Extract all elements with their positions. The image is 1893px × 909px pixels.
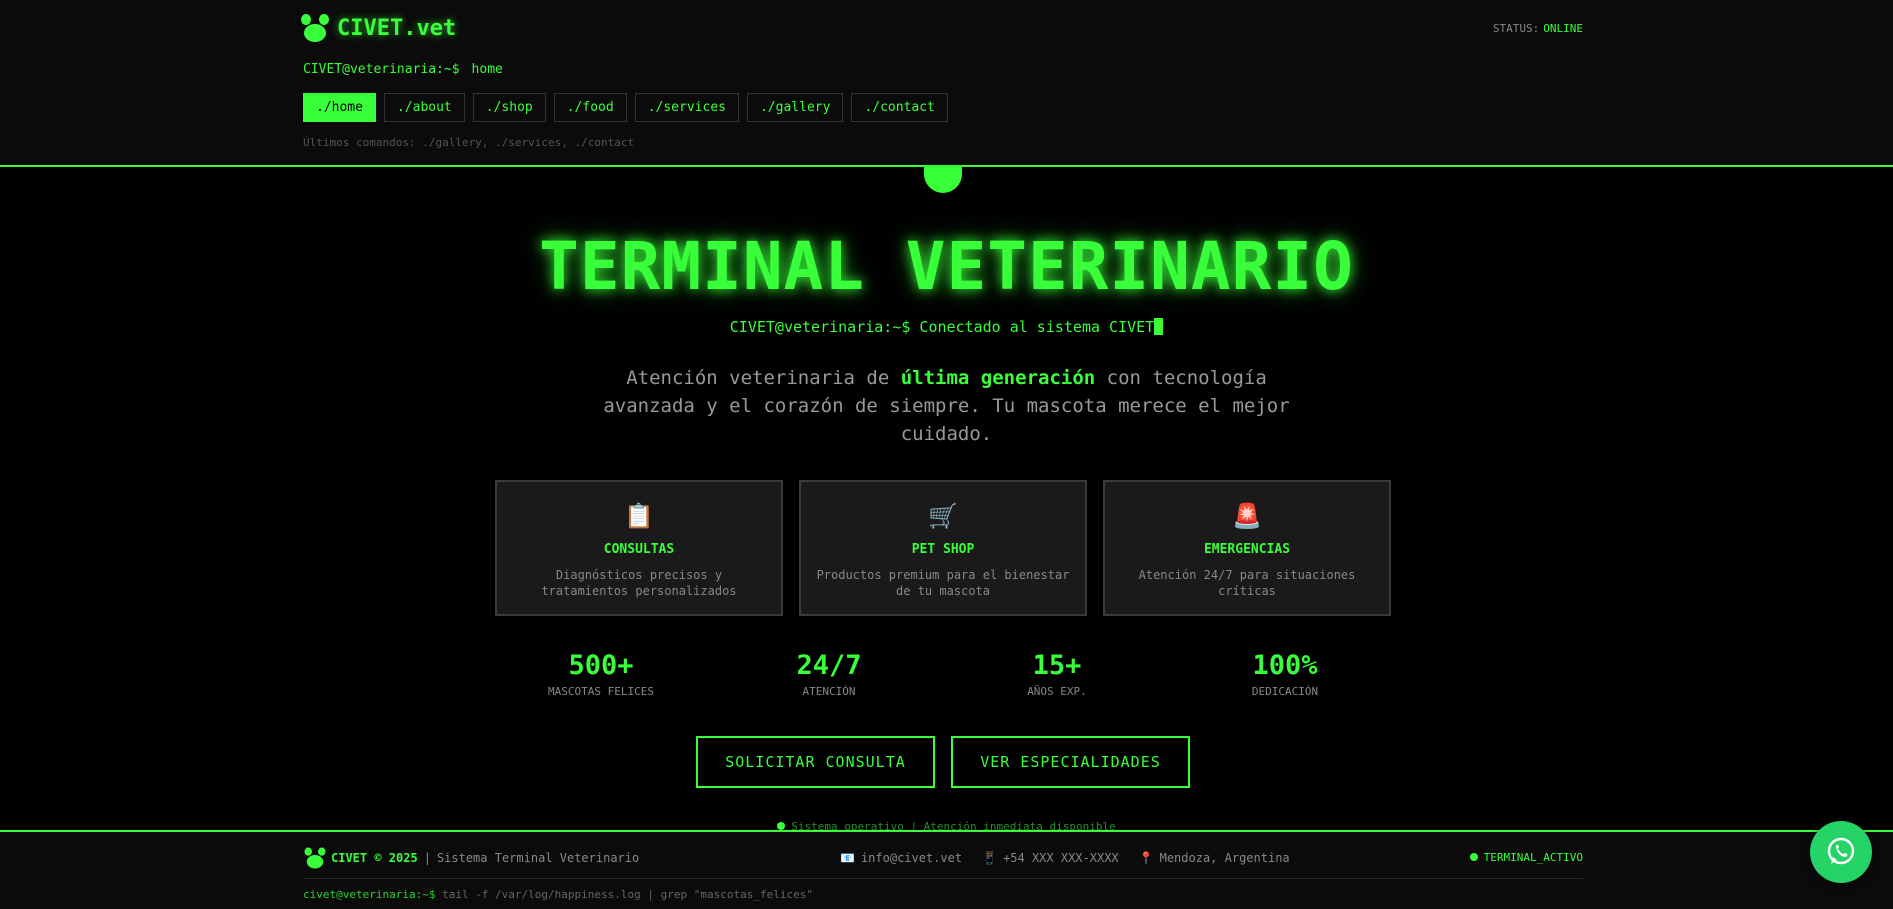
email-icon: 📧 bbox=[840, 851, 855, 865]
siren-icon: 🚨 bbox=[1232, 502, 1262, 530]
footer-brand-name: CIVET © 2025 bbox=[331, 851, 418, 865]
footer-location: 📍 Mendoza, Argentina bbox=[1139, 851, 1290, 865]
stat-number: 15+ bbox=[1032, 650, 1082, 681]
recent-commands: Últimos comandos: ./gallery, ./services,… bbox=[303, 136, 635, 149]
paw-icon bbox=[299, 12, 331, 44]
nav-food[interactable]: ./food bbox=[553, 93, 627, 122]
desc-highlight: última generación bbox=[900, 367, 1096, 389]
terminal-active-indicator: TERMINAL_ACTIVO bbox=[1469, 851, 1583, 864]
status-label: STATUS: bbox=[1492, 22, 1540, 35]
hero-title: TERMINAL VETERINARIO bbox=[539, 228, 1354, 305]
status-indicator: STATUS: ONLINE bbox=[1493, 22, 1583, 35]
stat-label: MASCOTAS FELICES bbox=[548, 685, 654, 698]
footer-cmd-user: civet@veterinaria:~$ bbox=[303, 888, 436, 901]
card-title: CONSULTAS bbox=[603, 542, 675, 557]
clipboard-icon: 📋 bbox=[624, 502, 654, 530]
nav-services[interactable]: ./services bbox=[634, 93, 739, 122]
stat-mascotas: 500+ MASCOTAS FELICES bbox=[501, 650, 701, 698]
whatsapp-icon bbox=[1827, 837, 1855, 865]
footer-brand: CIVET © 2025 | Sistema Terminal Veterina… bbox=[303, 842, 639, 874]
card-text: Diagnósticos precisos y tratamientos per… bbox=[541, 568, 737, 598]
stat-anios: 15+ AÑOS EXP. bbox=[957, 650, 1157, 698]
desc-pre: Atención veterinaria de bbox=[626, 367, 901, 389]
typed-prompt: CIVET@veterinaria:~$ Conectado al sistem… bbox=[0, 318, 1893, 336]
email-text: info@civet.vet bbox=[860, 851, 963, 865]
view-specialties-button[interactable]: VER ESPECIALIDADES bbox=[951, 736, 1190, 788]
stat-label: ATENCIÓN bbox=[802, 685, 856, 698]
cart-icon: 🛒 bbox=[928, 502, 958, 530]
card-text: Atención 24/7 para situaciones críticas bbox=[1138, 568, 1356, 598]
stat-number: 24/7 bbox=[796, 650, 862, 681]
logo-text: CIVET.vet bbox=[337, 15, 457, 41]
footer: CIVET © 2025 | Sistema Terminal Veterina… bbox=[0, 830, 1893, 909]
nav-shop[interactable]: ./shop bbox=[472, 93, 546, 122]
stat-number: 100% bbox=[1252, 650, 1318, 681]
stat-dedicacion: 100% DEDICACIÓN bbox=[1185, 650, 1385, 698]
card-title: PET SHOP bbox=[911, 542, 975, 557]
nav-gallery[interactable]: ./gallery bbox=[746, 93, 844, 122]
card-emergencias[interactable]: 🚨 EMERGENCIAS Atención 24/7 para situaci… bbox=[1103, 480, 1391, 616]
divider-ornament bbox=[924, 167, 962, 193]
request-consultation-button[interactable]: SOLICITAR CONSULTA bbox=[696, 736, 935, 788]
footer-cmd-text: tail -f /var/log/happiness.log | grep "m… bbox=[435, 888, 813, 901]
location-pin-icon: 📍 bbox=[1138, 851, 1154, 865]
footer-divider bbox=[303, 878, 1583, 879]
stat-label: DEDICACIÓN bbox=[1251, 685, 1319, 698]
footer-command: civet@veterinaria:~$ tail -f /var/log/ha… bbox=[303, 888, 813, 901]
footer-email[interactable]: 📧 info@civet.vet bbox=[840, 851, 962, 865]
footer-phone[interactable]: 📱 +54 XXX XXX-XXXX bbox=[982, 851, 1119, 865]
card-title: EMERGENCIAS bbox=[1203, 542, 1291, 557]
stat-number: 500+ bbox=[568, 650, 634, 681]
status-value: ONLINE bbox=[1543, 22, 1583, 35]
whatsapp-button[interactable] bbox=[1810, 821, 1872, 883]
phone-icon: 📱 bbox=[982, 851, 998, 865]
nav-contact[interactable]: ./contact bbox=[851, 93, 948, 122]
stat-atencion: 24/7 ATENCIÓN bbox=[729, 650, 929, 698]
stat-label: AÑOS EXP. bbox=[1027, 685, 1087, 698]
main-nav: ./home ./about ./shop ./food ./services … bbox=[303, 93, 948, 122]
prompt-command: home bbox=[471, 62, 503, 77]
footer-subtitle: Sistema Terminal Veterinario bbox=[436, 851, 640, 865]
hero-description: Atención veterinaria de última generació… bbox=[600, 364, 1293, 448]
location-text: Mendoza, Argentina bbox=[1159, 851, 1290, 865]
phone-text: +54 XXX XXX-XXXX bbox=[1003, 851, 1119, 865]
paw-icon bbox=[303, 846, 326, 870]
nav-home[interactable]: ./home bbox=[303, 93, 376, 122]
status-dot-icon bbox=[1469, 853, 1478, 861]
footer-separator: | bbox=[423, 851, 431, 865]
terminal-prompt: CIVET@veterinaria:~$ home bbox=[303, 62, 503, 77]
nav-about[interactable]: ./about bbox=[383, 93, 465, 122]
status-dot-icon bbox=[777, 822, 786, 830]
terminal-active-text: TERMINAL_ACTIVO bbox=[1483, 851, 1583, 864]
logo[interactable]: CIVET.vet bbox=[299, 12, 456, 44]
card-pet-shop[interactable]: 🛒 PET SHOP Productos premium para el bie… bbox=[799, 480, 1087, 616]
header: CIVET.vet STATUS: ONLINE CIVET@veterinari… bbox=[0, 0, 1893, 167]
prompt-text: CIVET@veterinaria:~$ bbox=[303, 62, 460, 77]
card-text: Productos premium para el bienestar de t… bbox=[816, 568, 1070, 598]
footer-contact: 📧 info@civet.vet 📱 +54 XXX XXX-XXXX 📍 Mendo… bbox=[840, 851, 1290, 865]
cursor-icon bbox=[1154, 318, 1164, 335]
typed-text: CIVET@veterinaria:~$ Conectado al sistem… bbox=[729, 318, 1155, 336]
card-consultas[interactable]: 📋 CONSULTAS Diagnósticos precisos y trat… bbox=[495, 480, 783, 616]
